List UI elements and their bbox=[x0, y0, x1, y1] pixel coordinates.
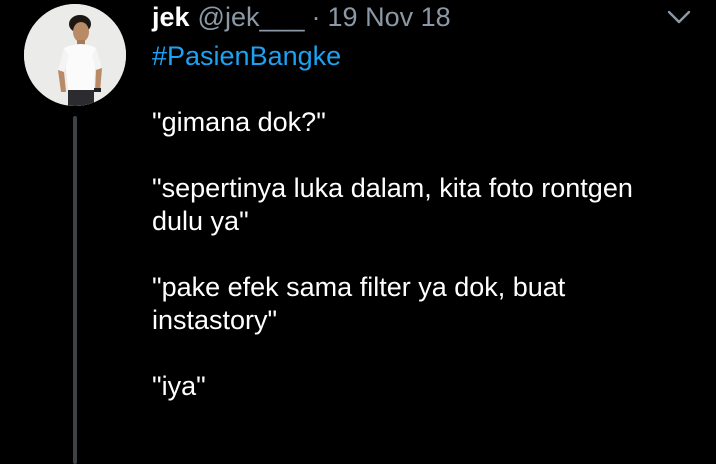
tweet-date[interactable]: 19 Nov 18 bbox=[328, 0, 451, 34]
chevron-down-icon[interactable] bbox=[666, 4, 692, 30]
username-handle[interactable]: @jek___ bbox=[198, 0, 305, 34]
tweet-paragraph: "pake efek sama filter ya dok, buat inst… bbox=[152, 272, 566, 335]
tweet-header: jek @jek___ · 19 Nov 18 bbox=[152, 0, 451, 34]
tweet-text: #PasienBangke "gimana dok?" "sepertinya … bbox=[152, 40, 700, 436]
avatar-photo bbox=[24, 4, 126, 106]
tweet-paragraph: "sepertinya luka dalam, kita foto rontge… bbox=[152, 173, 633, 236]
display-name[interactable]: jek bbox=[152, 0, 190, 34]
thread-line bbox=[73, 116, 77, 464]
separator-dot: · bbox=[311, 2, 321, 32]
hashtag-link[interactable]: #PasienBangke bbox=[152, 40, 700, 73]
tweet: jek @jek___ · 19 Nov 18 #PasienBangke "g… bbox=[0, 0, 716, 464]
tweet-paragraph: "iya" bbox=[152, 371, 206, 401]
avatar[interactable] bbox=[24, 4, 126, 106]
tweet-paragraph: "gimana dok?" bbox=[152, 107, 326, 137]
